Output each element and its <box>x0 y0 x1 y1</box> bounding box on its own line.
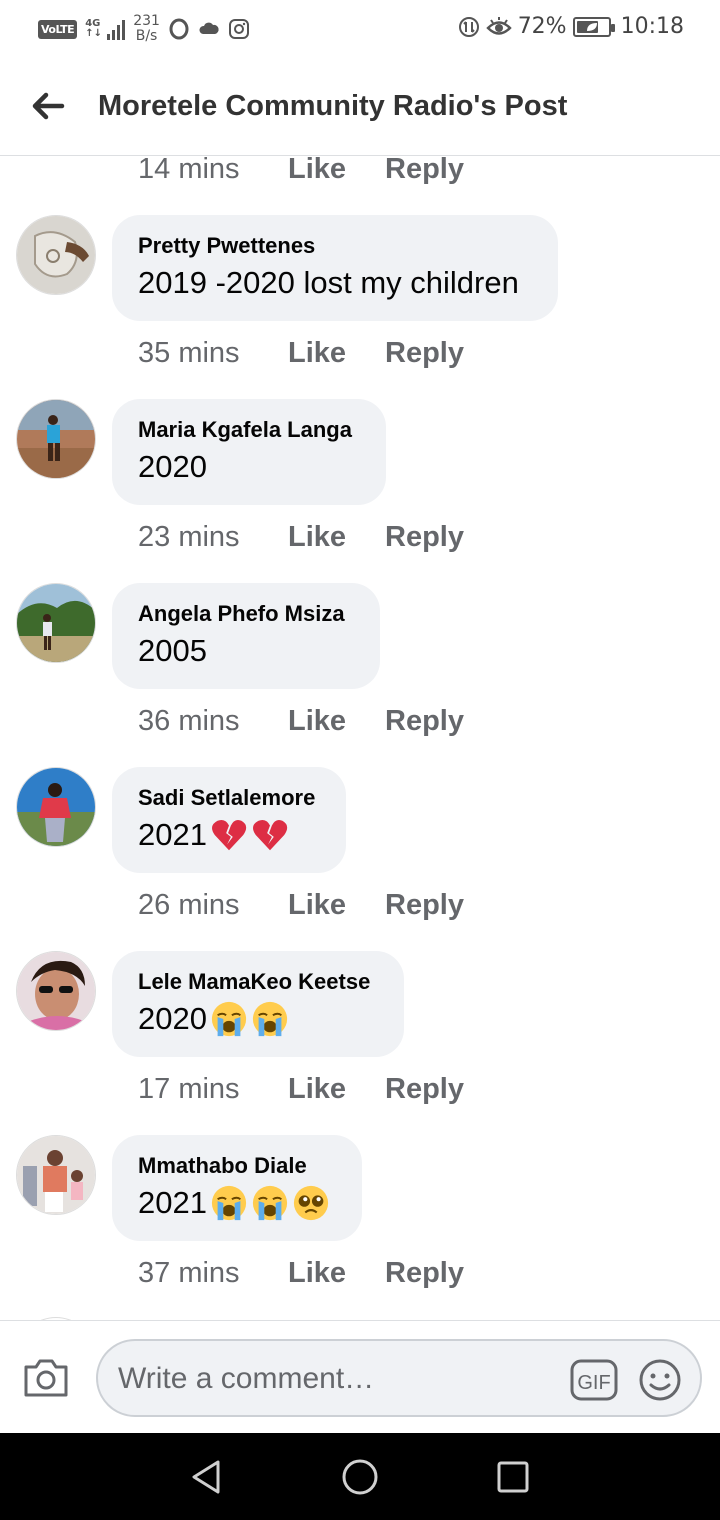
comment-bubble[interactable]: Pretty Pwettenes 2019 -2020 lost my chil… <box>112 215 558 321</box>
svg-text:GIF: GIF <box>577 1372 610 1394</box>
comment-author[interactable]: Lele MamaKeo Keetse <box>138 969 378 995</box>
avatar[interactable] <box>16 215 96 295</box>
eye-comfort-icon <box>485 16 512 35</box>
instagram-icon <box>228 19 249 39</box>
comment-bubble[interactable]: Lele MamaKeo Keetse 2020 <box>112 951 404 1057</box>
data-saver-icon <box>458 16 479 37</box>
comment-bubble[interactable]: Sadi Setlalemore 2021 <box>112 767 346 873</box>
comment-time: 36 mins <box>138 704 240 737</box>
comment-meta: 36 mins Like Reply <box>138 703 464 739</box>
loudly-crying-emoji <box>211 1001 247 1037</box>
like-button[interactable]: Like <box>288 157 385 186</box>
nav-home-icon[interactable] <box>341 1458 379 1496</box>
reply-button[interactable]: Reply <box>385 337 464 370</box>
like-button[interactable]: Like <box>288 889 385 922</box>
comment-text: 2005 <box>138 633 207 668</box>
comment-meta: 17 mins Like Reply <box>138 1071 464 1107</box>
system-nav-bar <box>0 1433 720 1520</box>
comment-author[interactable]: Maria Kgafela Langa <box>138 417 360 443</box>
back-arrow-icon[interactable] <box>28 86 68 126</box>
comment-time: 26 mins <box>138 888 240 921</box>
like-button[interactable]: Like <box>288 337 385 370</box>
comment-text: 2019 -2020 lost my children <box>138 265 519 300</box>
reply-button[interactable]: Reply <box>385 1073 464 1106</box>
comment-meta: 26 mins Like Reply <box>138 887 464 923</box>
battery-percent: 72% <box>517 14 567 39</box>
comment-input-wrapper: GIF <box>96 1339 702 1417</box>
like-button[interactable]: Like <box>288 1073 385 1106</box>
broken-heart-emoji <box>252 819 288 851</box>
comment-time: 37 mins <box>138 1256 240 1289</box>
opera-icon <box>169 18 189 40</box>
comment-author[interactable]: Angela Phefo Msiza <box>138 601 354 627</box>
signal-icon <box>107 18 126 40</box>
comment-meta: 37 mins Like Reply <box>138 1255 464 1291</box>
reply-button[interactable]: Reply <box>385 521 464 554</box>
comment-time: 35 mins <box>138 336 240 369</box>
app-header: Moretele Community Radio's Post <box>0 62 720 156</box>
loudly-crying-emoji <box>252 1185 288 1221</box>
reply-button[interactable]: Reply <box>385 889 464 922</box>
nav-back-icon[interactable] <box>188 1458 224 1496</box>
comment-time: 14 mins <box>138 157 240 185</box>
avatar[interactable] <box>16 1135 96 1215</box>
broken-heart-emoji <box>211 819 247 851</box>
cloud-icon <box>199 22 219 34</box>
comment-meta: 14 mins Like Reply <box>138 157 464 187</box>
avatar[interactable] <box>16 583 96 663</box>
like-button[interactable]: Like <box>288 521 385 554</box>
comment-bubble[interactable]: Mmathabo Diale 2021 <box>112 1135 362 1241</box>
comment-meta: 35 mins Like Reply <box>138 335 464 371</box>
comment-time: 17 mins <box>138 1072 240 1105</box>
page-title: Moretele Community Radio's Post <box>98 90 568 122</box>
battery-icon <box>572 16 615 37</box>
camera-icon[interactable] <box>22 1355 70 1399</box>
smiley-icon[interactable] <box>638 1358 682 1402</box>
reply-button[interactable]: Reply <box>385 157 464 186</box>
status-bar: VoLTE 4G ↑↓ 231 B/s 72% 10:18 <box>0 0 720 62</box>
comment-meta: 23 mins Like Reply <box>138 519 464 555</box>
comment-text: 2021 <box>138 815 320 855</box>
comment-text: 2020 <box>138 449 207 484</box>
comment-input[interactable] <box>118 1357 558 1401</box>
reply-button[interactable]: Reply <box>385 1257 464 1290</box>
reply-button[interactable]: Reply <box>385 705 464 738</box>
status-left: VoLTE 4G ↑↓ 231 B/s <box>38 14 250 44</box>
comment-bubble[interactable]: Angela Phefo Msiza 2005 <box>112 583 380 689</box>
comment-author[interactable]: Sadi Setlalemore <box>138 785 320 811</box>
comment-bubble[interactable]: Maria Kgafela Langa 2020 <box>112 399 386 505</box>
like-button[interactable]: Like <box>288 1257 385 1290</box>
loudly-crying-emoji <box>252 1001 288 1037</box>
gif-icon[interactable]: GIF <box>570 1359 618 1401</box>
comments-list[interactable]: 14 mins Like Reply Pretty Pwettenes 2019… <box>0 157 720 1320</box>
network-type: 4G ↑↓ <box>85 18 102 39</box>
pleading-face-emoji <box>293 1185 329 1221</box>
comment-text: 2020 <box>138 999 378 1039</box>
nav-recent-apps-icon[interactable] <box>496 1460 530 1494</box>
volte-badge: VoLTE <box>38 19 78 39</box>
like-button[interactable]: Like <box>288 705 385 738</box>
avatar[interactable] <box>16 399 96 479</box>
comment-composer: GIF <box>0 1320 720 1433</box>
avatar[interactable] <box>16 767 96 847</box>
comment-text: 2021 <box>138 1183 336 1223</box>
status-right: 72% 10:18 <box>458 14 684 39</box>
comment-time: 23 mins <box>138 520 240 553</box>
comment-author[interactable]: Mmathabo Diale <box>138 1153 336 1179</box>
avatar[interactable] <box>16 951 96 1031</box>
clock: 10:18 <box>620 14 684 39</box>
loudly-crying-emoji <box>211 1185 247 1221</box>
comment-author[interactable]: Pretty Pwettenes <box>138 233 532 259</box>
network-speed: 231 B/s <box>133 13 160 44</box>
